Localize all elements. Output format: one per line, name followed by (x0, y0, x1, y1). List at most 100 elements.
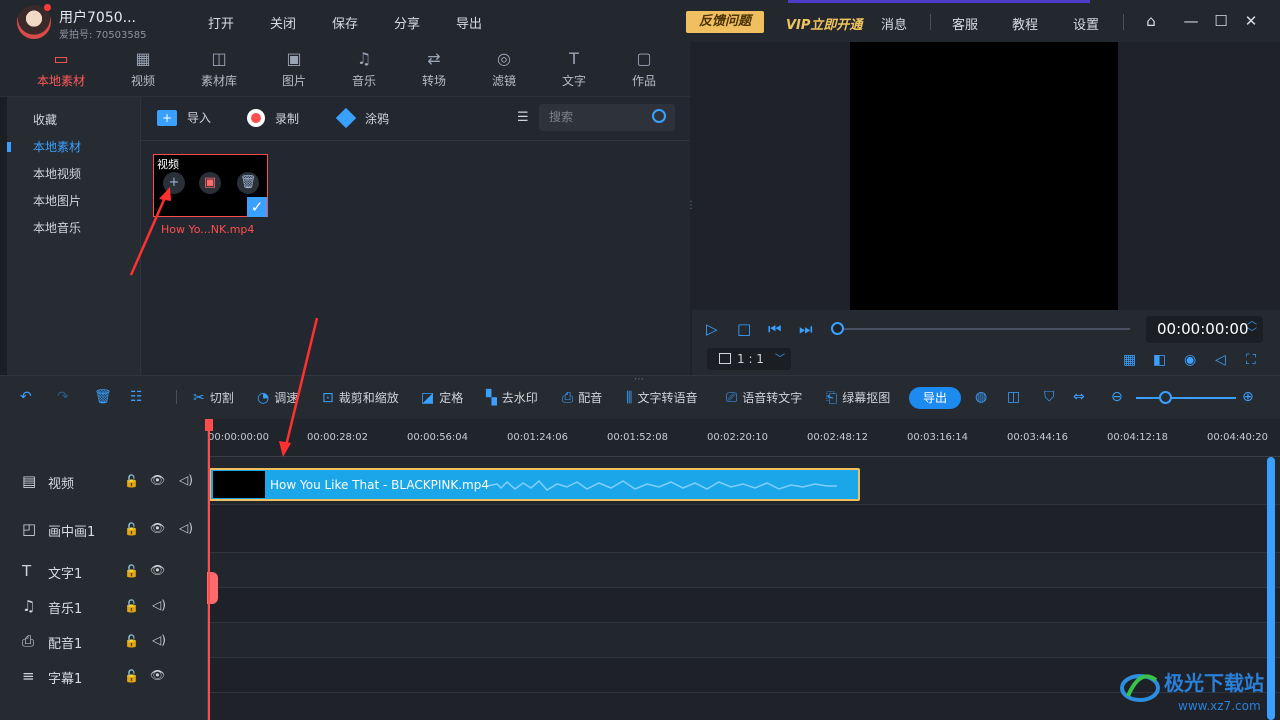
zoom-out-icon[interactable]: ⊖ (1111, 389, 1128, 405)
next-frame-icon[interactable]: ⏭ (799, 320, 813, 338)
zoom-slider[interactable] (1136, 397, 1236, 399)
tab-video[interactable]: ▦ 视频 (113, 50, 173, 89)
tab-library[interactable]: ◫ 素材库 (189, 50, 249, 89)
pip-preview-icon[interactable]: ◧ (1153, 352, 1166, 368)
minimize-icon[interactable]: — (1182, 12, 1200, 30)
volume-icon[interactable]: ◁) (179, 473, 193, 487)
tab-local-material[interactable]: ▭ 本地素材 (31, 50, 91, 89)
prev-frame-icon[interactable]: ⏮ (768, 320, 782, 338)
subtitle-icon: ≡ (22, 667, 35, 685)
tutorial-link[interactable]: 教程 (1012, 14, 1038, 33)
volume-icon[interactable]: ◁) (179, 521, 193, 535)
lock-icon[interactable]: 🔓 (124, 599, 139, 613)
messages-link[interactable]: 消息 (881, 14, 907, 33)
sort-icon[interactable]: ☰ (517, 110, 529, 125)
tab-text[interactable]: T 文字 (544, 50, 604, 89)
palette-icon[interactable]: ◍ (975, 389, 992, 405)
tab-image[interactable]: ▣ 图片 (264, 50, 324, 89)
username[interactable]: 用户7050... (59, 7, 136, 27)
ruler-tick: 00:00:00:00 (208, 432, 270, 443)
pip-icon[interactable]: ▣ (199, 172, 221, 194)
undo-icon[interactable]: ↶ (20, 389, 37, 405)
split-view-icon[interactable]: ◫ (1007, 389, 1025, 405)
home-icon[interactable]: ⌂ (1142, 12, 1160, 30)
camera-icon[interactable]: ◉ (1184, 352, 1196, 368)
volume-icon[interactable]: ◁) (152, 633, 166, 647)
vip-button[interactable]: VIP立即开通 (786, 14, 862, 33)
sidebar-item-favorites[interactable]: 收藏 (33, 111, 57, 128)
search-icon[interactable] (652, 109, 666, 123)
lock-icon[interactable]: 🔓 (124, 474, 139, 488)
delete-icon[interactable]: 🗑 (237, 172, 259, 194)
playhead[interactable] (208, 419, 210, 720)
speed-icon: ◔ (257, 389, 270, 406)
lock-icon[interactable]: 🔓 (124, 522, 139, 536)
tab-label: 视频 (130, 74, 155, 88)
pip-icon: ◰ (22, 520, 37, 538)
maximize-icon[interactable]: ☐ (1212, 12, 1230, 30)
library-icon: ◫ (211, 49, 227, 68)
media-area (140, 97, 690, 375)
sidebar-item-local[interactable]: 本地素材 (33, 138, 81, 155)
tab-label: 素材库 (200, 74, 237, 88)
tab-transition[interactable]: ⇄ 转场 (404, 50, 464, 89)
doodle-button[interactable]: 涂鸦 (335, 107, 389, 129)
timecode[interactable]: 00:00:00:00 (1146, 316, 1263, 343)
watermark-remove-button[interactable]: ▚ 去水印 (486, 389, 538, 406)
progress-track[interactable] (837, 328, 1130, 330)
cut-button[interactable]: ✂ 切割 (193, 389, 234, 406)
export-button[interactable]: 导出 (909, 387, 961, 409)
freeze-button[interactable]: ◪ 定格 (421, 389, 463, 406)
feedback-button[interactable]: 反馈问题 (686, 11, 764, 33)
settings-icon[interactable]: ☷ (130, 389, 148, 405)
resize-handle[interactable]: ⋯ (634, 374, 644, 385)
tab-music[interactable]: ♫ 音乐 (334, 50, 394, 89)
layout-icon[interactable]: ▦ (1123, 352, 1136, 368)
redo-icon[interactable]: ↷ (57, 389, 74, 405)
play-icon[interactable]: ▷ (706, 320, 718, 338)
lock-icon[interactable]: 🔓 (124, 564, 139, 578)
greenscreen-button[interactable]: ⎗ 绿幕抠图 (826, 389, 890, 406)
eye-icon[interactable]: 👁 (150, 563, 165, 577)
tab-filter[interactable]: ◎ 滤镜 (474, 50, 534, 89)
menu-save[interactable]: 保存 (314, 13, 376, 32)
sidebar-item-local-video[interactable]: 本地视频 (33, 165, 81, 182)
timecode-stepper-icon[interactable]: ︿ ﹀ (1247, 316, 1257, 340)
volume-icon[interactable]: ◁) (152, 598, 166, 612)
zoom-knob[interactable] (1159, 391, 1172, 404)
menu-share[interactable]: 分享 (376, 13, 438, 32)
eye-icon[interactable]: 👁 (150, 668, 165, 682)
fit-icon[interactable]: ⇔ (1073, 389, 1090, 405)
playhead-handle[interactable] (205, 419, 213, 431)
stop-icon[interactable]: □ (737, 320, 751, 338)
checkbox-icon[interactable]: ✓ (247, 197, 267, 217)
support-link[interactable]: 客服 (952, 14, 978, 33)
lock-icon[interactable]: 🔓 (124, 634, 139, 648)
dub-button[interactable]: ⎙ 配音 (562, 389, 602, 406)
volume-icon[interactable]: ◁ (1215, 352, 1226, 368)
settings-link[interactable]: 设置 (1073, 14, 1099, 33)
import-button[interactable]: + 导入 (157, 109, 211, 126)
fullscreen-icon[interactable]: ⛶ (1246, 352, 1256, 368)
menu-open[interactable]: 打开 (190, 13, 252, 32)
tab-works[interactable]: ▢ 作品 (614, 50, 674, 89)
marker-icon[interactable]: ⛉ (1044, 389, 1060, 405)
trash-icon[interactable]: 🗑 (94, 389, 117, 405)
dub-label: 配音 (578, 391, 603, 405)
tts-button[interactable]: ⫼ 文字转语音 (626, 389, 697, 406)
ruler-tick: 00:03:44:16 (1007, 432, 1069, 443)
zoom-in-icon[interactable]: ⊕ (1242, 389, 1259, 405)
record-button[interactable]: 录制 (247, 109, 299, 127)
menu-export[interactable]: 导出 (438, 13, 500, 32)
crop-button[interactable]: ⊡ 裁剪和缩放 (322, 389, 399, 406)
eye-icon[interactable]: 👁 (150, 521, 165, 535)
close-icon[interactable]: ✕ (1242, 12, 1260, 30)
stt-button[interactable]: ⎚ 语音转文字 (726, 389, 802, 406)
ruler-tick: 00:04:12:18 (1107, 432, 1169, 443)
sidebar-item-local-music[interactable]: 本地音乐 (33, 219, 81, 236)
progress-knob[interactable] (831, 322, 844, 335)
menu-close[interactable]: 关闭 (252, 13, 314, 32)
eye-icon[interactable]: 👁 (150, 473, 165, 487)
lock-icon[interactable]: 🔓 (124, 669, 139, 683)
sidebar-item-local-image[interactable]: 本地图片 (33, 192, 81, 209)
